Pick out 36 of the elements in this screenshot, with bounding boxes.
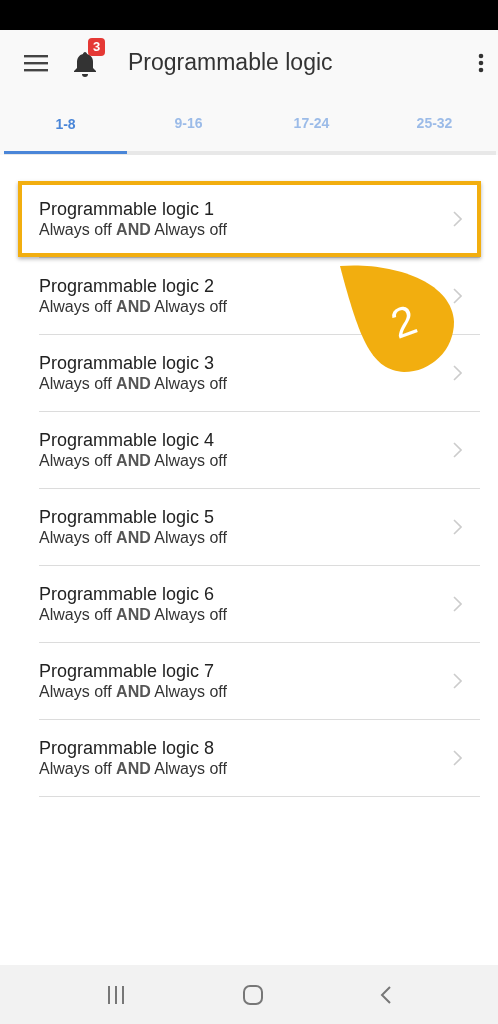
chevron-right-icon[interactable]: [453, 288, 462, 304]
item-title: Programmable logic 2: [39, 275, 216, 297]
home-icon[interactable]: [243, 984, 263, 1005]
notification-badge: 3: [88, 37, 106, 56]
item-subtitle: Always off AND Always off: [39, 605, 228, 625]
item-title: Programmable logic 8: [39, 737, 216, 759]
tab[interactable]: 25-32: [373, 95, 496, 151]
item-title: Programmable logic 7: [39, 660, 216, 682]
item-title: Programmable logic 1: [39, 198, 216, 220]
item-subtitle: Always off AND Always off: [39, 682, 228, 702]
item-title: Programmable logic 5: [39, 506, 216, 528]
item-title: Programmable logic 3: [39, 352, 216, 374]
chevron-right-icon[interactable]: [453, 211, 462, 227]
back-icon[interactable]: [379, 985, 392, 1004]
item-title: Programmable logic 6: [39, 583, 216, 605]
item-subtitle: Always off AND Always off: [39, 220, 228, 240]
chevron-right-icon[interactable]: [453, 442, 462, 458]
item-subtitle: Always off AND Always off: [39, 528, 228, 548]
item-subtitle: Always off AND Always off: [39, 374, 228, 394]
item-subtitle: Always off AND Always off: [39, 297, 228, 317]
item-title: Programmable logic 4: [39, 429, 216, 451]
item-subtitle: Always off AND Always off: [39, 451, 228, 471]
menu-icon[interactable]: [24, 53, 48, 72]
tab[interactable]: 9-16: [127, 95, 250, 151]
tab[interactable]: 1-8: [4, 95, 127, 154]
chevron-right-icon[interactable]: [453, 750, 462, 766]
item-subtitle: Always off AND Always off: [39, 759, 228, 779]
more-options-icon[interactable]: [478, 52, 484, 73]
chevron-right-icon[interactable]: [453, 673, 462, 689]
chevron-right-icon[interactable]: [453, 596, 462, 612]
recent-apps-icon[interactable]: [106, 985, 127, 1004]
bell-icon[interactable]: [72, 49, 98, 78]
app-title: Programmable logic: [128, 48, 333, 78]
chevron-right-icon[interactable]: [453, 365, 462, 381]
tab[interactable]: 17-24: [250, 95, 373, 151]
chevron-right-icon[interactable]: [453, 519, 462, 535]
